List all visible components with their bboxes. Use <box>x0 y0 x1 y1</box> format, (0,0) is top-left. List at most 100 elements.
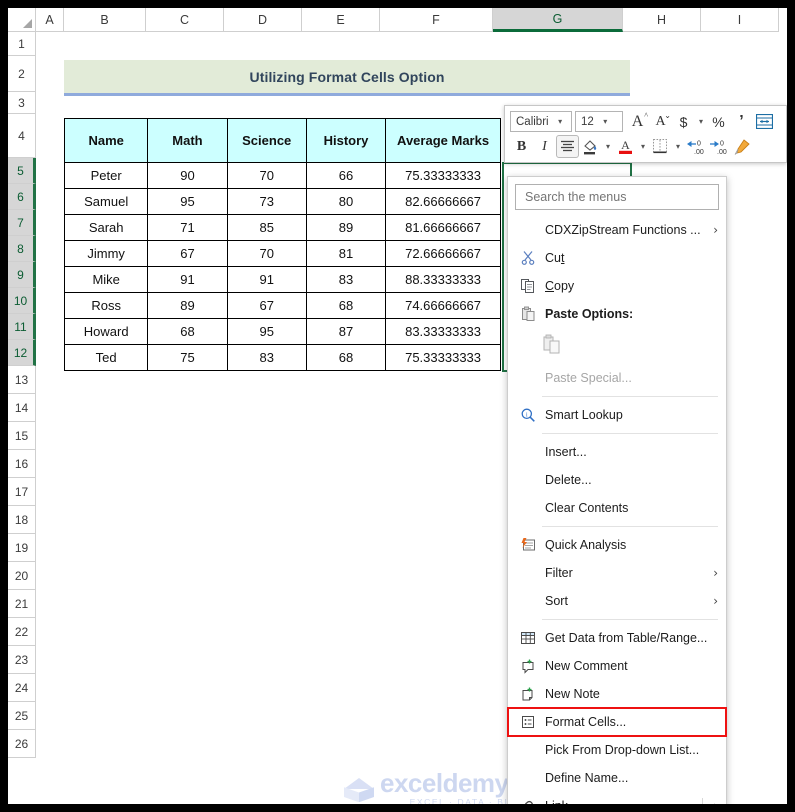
row-header-18[interactable]: 18 <box>8 506 36 534</box>
increase-decimal-icon[interactable]: 0 .00 <box>707 135 730 158</box>
increase-font-size-icon[interactable]: A ^ <box>626 110 649 133</box>
menu-item-cut[interactable]: Cut <box>508 244 726 272</box>
table-cell[interactable]: 75.33333333 <box>385 162 501 189</box>
comma-style-icon[interactable]: ’ <box>730 110 753 133</box>
borders-icon[interactable] <box>649 135 672 158</box>
font-color-dropdown-icon[interactable]: ▾ <box>637 135 649 158</box>
menu-item-get-data-from-table-range[interactable]: Get Data from Table/Range... <box>508 624 726 652</box>
row-header-14[interactable]: 14 <box>8 394 36 422</box>
table-cell[interactable]: 72.66666667 <box>385 240 501 267</box>
borders-dropdown-icon[interactable]: ▾ <box>672 135 684 158</box>
table-cell[interactable]: 71 <box>147 214 228 241</box>
mini-formatting-toolbar[interactable]: Calibri ▾ 12 ▾ A ^ A ⌄ $ ▾ % ’ B I ▾ A ▾… <box>504 105 787 163</box>
table-cell[interactable]: 91 <box>147 266 228 293</box>
table-cell[interactable]: Samuel <box>63 188 149 215</box>
table-cell[interactable]: Jimmy <box>63 240 149 267</box>
table-cell[interactable]: 91 <box>226 266 307 293</box>
table-cell[interactable]: 75 <box>147 344 228 371</box>
accounting-number-format-icon[interactable]: $ <box>672 110 695 133</box>
table-cell[interactable]: 68 <box>147 318 228 345</box>
table-cell[interactable]: 70 <box>226 240 307 267</box>
row-header-21[interactable]: 21 <box>8 590 36 618</box>
row-header-4[interactable]: 4 <box>8 114 36 158</box>
menu-item-new-note[interactable]: New Note <box>508 680 726 708</box>
column-header-b[interactable]: B <box>64 8 146 32</box>
row-header-26[interactable]: 26 <box>8 730 36 758</box>
center-align-icon[interactable] <box>556 135 579 158</box>
font-name-combobox[interactable]: Calibri ▾ <box>510 111 572 132</box>
row-header-6[interactable]: 6 <box>8 184 36 210</box>
menu-item-format-cells[interactable]: Format Cells... <box>507 707 727 737</box>
row-header-3[interactable]: 3 <box>8 92 36 114</box>
menu-item-delete[interactable]: Delete... <box>508 466 726 494</box>
menu-item-paste-options[interactable]: Paste Options: <box>508 300 726 328</box>
row-header-23[interactable]: 23 <box>8 646 36 674</box>
select-all-corner-button[interactable] <box>8 8 36 32</box>
menu-item-insert[interactable]: Insert... <box>508 438 726 466</box>
menu-item-define-name[interactable]: Define Name... <box>508 764 726 792</box>
bold-icon[interactable]: B <box>510 135 533 158</box>
row-header-13[interactable]: 13 <box>8 366 36 394</box>
paste-option-keep-source-formatting-icon[interactable] <box>541 333 562 360</box>
search-menus-input[interactable] <box>515 184 719 210</box>
table-cell[interactable]: 74.66666667 <box>385 292 501 319</box>
table-cell[interactable]: 68 <box>305 292 387 319</box>
cell-context-menu[interactable]: CDXZipStream Functions ... › Cut Copy Paste … <box>507 176 727 804</box>
row-header-5[interactable]: 5 <box>8 158 36 184</box>
menu-item-new-comment[interactable]: New Comment <box>508 652 726 680</box>
row-header-16[interactable]: 16 <box>8 450 36 478</box>
italic-icon[interactable]: I <box>533 135 556 158</box>
column-header-i[interactable]: I <box>701 8 779 32</box>
fill-color-dropdown-icon[interactable]: ▾ <box>602 135 614 158</box>
row-header-9[interactable]: 9 <box>8 262 36 288</box>
row-header-20[interactable]: 20 <box>8 562 36 590</box>
table-cell[interactable]: 82.66666667 <box>385 188 501 215</box>
table-header-cell[interactable]: Math <box>147 118 228 163</box>
column-header-h[interactable]: H <box>623 8 701 32</box>
menu-item-copy[interactable]: Copy <box>508 272 726 300</box>
row-header-10[interactable]: 10 <box>8 288 36 314</box>
menu-item-cdxzipstream-functions[interactable]: CDXZipStream Functions ... › <box>508 216 726 244</box>
percent-style-icon[interactable]: % <box>707 110 730 133</box>
font-name-chevron-down-icon[interactable]: ▾ <box>553 117 568 126</box>
table-cell[interactable]: 66 <box>305 162 387 189</box>
table-cell[interactable]: Ross <box>63 292 149 319</box>
decrease-decimal-icon[interactable]: 0 .00 <box>684 135 707 158</box>
table-cell[interactable]: 70 <box>226 162 307 189</box>
row-header-25[interactable]: 25 <box>8 702 36 730</box>
row-header-8[interactable]: 8 <box>8 236 36 262</box>
column-header-a[interactable]: A <box>36 8 64 32</box>
table-header-cell[interactable]: Average Marks <box>385 118 501 163</box>
table-cell[interactable]: Ted <box>63 344 149 371</box>
table-cell[interactable]: Sarah <box>63 214 149 241</box>
column-header-g[interactable]: G <box>493 8 623 32</box>
row-header-24[interactable]: 24 <box>8 674 36 702</box>
table-header-cell[interactable]: Name <box>63 118 149 163</box>
row-header-12[interactable]: 12 <box>8 340 36 366</box>
table-cell[interactable]: 80 <box>305 188 387 215</box>
column-header-c[interactable]: C <box>146 8 224 32</box>
row-header-2[interactable]: 2 <box>8 56 36 92</box>
font-size-combobox[interactable]: 12 ▾ <box>575 111 623 132</box>
menu-item-quick-analysis[interactable]: Quick Analysis <box>508 531 726 559</box>
row-header-22[interactable]: 22 <box>8 618 36 646</box>
format-painter-icon[interactable] <box>730 135 753 158</box>
table-cell[interactable]: 95 <box>226 318 307 345</box>
row-header-19[interactable]: 19 <box>8 534 36 562</box>
table-header-cell[interactable]: History <box>305 118 387 163</box>
wrap-text-icon[interactable] <box>753 110 776 133</box>
menu-item-sort[interactable]: Sort › <box>508 587 726 615</box>
menu-item-smart-lookup[interactable]: i Smart Lookup <box>508 401 726 429</box>
table-cell[interactable]: 81.66666667 <box>385 214 501 241</box>
table-cell[interactable]: 73 <box>226 188 307 215</box>
table-header-cell[interactable]: Science <box>226 118 307 163</box>
column-header-e[interactable]: E <box>302 8 380 32</box>
table-cell[interactable]: 88.33333333 <box>385 266 501 293</box>
table-cell[interactable]: 83 <box>226 344 307 371</box>
accounting-format-dropdown-icon[interactable]: ▾ <box>695 110 707 133</box>
row-header-15[interactable]: 15 <box>8 422 36 450</box>
table-cell[interactable]: 89 <box>305 214 387 241</box>
row-header-17[interactable]: 17 <box>8 478 36 506</box>
table-cell[interactable]: 67 <box>226 292 307 319</box>
menu-item-clear-contents[interactable]: Clear Contents <box>508 494 726 522</box>
